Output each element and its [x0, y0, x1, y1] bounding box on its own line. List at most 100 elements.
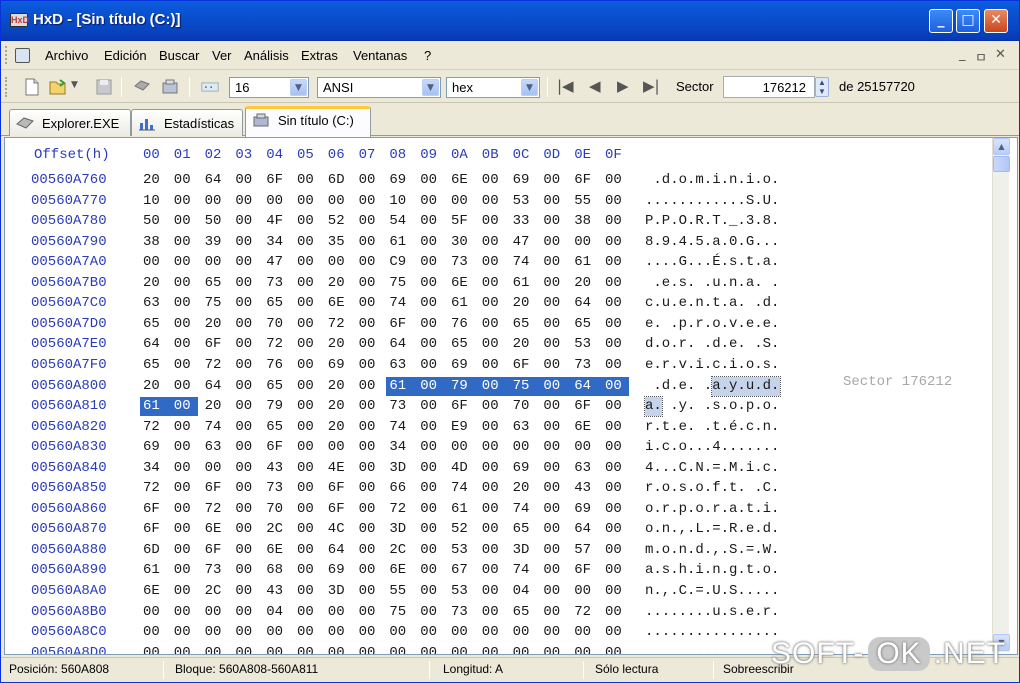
hex-byte[interactable]: 00: [482, 624, 499, 640]
hex-byte[interactable]: 00: [420, 193, 437, 209]
hex-byte[interactable]: 74: [205, 419, 222, 435]
hex-byte[interactable]: 00: [605, 193, 622, 209]
hex-byte[interactable]: 00: [513, 645, 530, 654]
hex-byte[interactable]: 3D: [328, 583, 345, 599]
save-icon[interactable]: [95, 78, 113, 96]
ascii-text[interactable]: .d.e. .a.y.u.d.: [645, 378, 779, 394]
hex-byte[interactable]: 00: [574, 624, 591, 640]
hex-byte[interactable]: 76: [451, 316, 468, 332]
hex-byte[interactable]: 63: [205, 439, 222, 455]
hex-byte[interactable]: 00: [359, 562, 376, 578]
hex-byte[interactable]: 00: [359, 480, 376, 496]
hex-byte[interactable]: 00: [605, 398, 622, 414]
hex-byte[interactable]: 47: [266, 254, 283, 270]
hex-byte[interactable]: 20: [328, 398, 345, 414]
hex-byte[interactable]: 6F: [266, 172, 283, 188]
hex-byte[interactable]: 00: [605, 439, 622, 455]
hex-byte[interactable]: 00: [297, 460, 314, 476]
hex-byte[interactable]: 10: [389, 193, 406, 209]
hex-byte[interactable]: 00: [359, 357, 376, 373]
hex-byte[interactable]: 72: [574, 604, 591, 620]
hex-byte[interactable]: 00: [235, 645, 252, 654]
hex-byte[interactable]: 00: [359, 275, 376, 291]
hex-byte[interactable]: 00: [482, 275, 499, 291]
hex-byte[interactable]: 6F: [451, 398, 468, 414]
print-icon[interactable]: [133, 78, 151, 96]
hex-byte[interactable]: 00: [420, 439, 437, 455]
hex-byte[interactable]: 00: [574, 439, 591, 455]
hex-byte[interactable]: 00: [235, 213, 252, 229]
hex-byte[interactable]: 00: [297, 295, 314, 311]
hex-byte[interactable]: 00: [482, 439, 499, 455]
hex-byte[interactable]: 00: [605, 604, 622, 620]
hex-byte[interactable]: 70: [266, 316, 283, 332]
hex-byte[interactable]: 00: [174, 316, 191, 332]
open-file-icon[interactable]: [49, 78, 67, 96]
hex-byte[interactable]: 00: [543, 172, 560, 188]
hex-byte[interactable]: 00: [605, 542, 622, 558]
hex-byte[interactable]: 00: [420, 604, 437, 620]
hex-byte[interactable]: 4D: [451, 460, 468, 476]
hex-byte[interactable]: 20: [513, 480, 530, 496]
hex-byte[interactable]: 00: [174, 275, 191, 291]
hex-byte[interactable]: 00: [235, 521, 252, 537]
hex-byte[interactable]: 74: [513, 562, 530, 578]
hex-byte[interactable]: 6F: [205, 336, 222, 352]
hex-byte[interactable]: 73: [389, 398, 406, 414]
hex-byte[interactable]: 6E: [574, 419, 591, 435]
hex-byte[interactable]: 3D: [389, 521, 406, 537]
hex-byte[interactable]: 6F: [143, 501, 160, 517]
hex-byte[interactable]: 63: [143, 295, 160, 311]
sector-spinner[interactable]: ▲ ▼: [815, 77, 829, 97]
hex-byte[interactable]: 6E: [205, 521, 222, 537]
hex-byte[interactable]: 00: [205, 254, 222, 270]
maximize-button[interactable]: □: [956, 9, 980, 33]
hex-byte[interactable]: 35: [328, 234, 345, 250]
hex-byte[interactable]: 00: [420, 234, 437, 250]
hex-byte[interactable]: 00: [359, 542, 376, 558]
hex-byte[interactable]: 43: [574, 480, 591, 496]
hex-byte[interactable]: 61: [513, 275, 530, 291]
hex-byte[interactable]: 00: [174, 645, 191, 654]
hex-byte[interactable]: 65: [266, 419, 283, 435]
hex-editor-pane[interactable]: Offset(h) 00 01 02 03 04 05 06 07 08 09 0A 0B 0C 0D 0E…: [4, 137, 1018, 655]
hex-byte[interactable]: 00: [205, 193, 222, 209]
chevron-down-icon[interactable]: ▼: [290, 79, 307, 96]
hex-byte[interactable]: 00: [297, 624, 314, 640]
hex-byte[interactable]: 00: [451, 439, 468, 455]
hex-byte[interactable]: 6F: [143, 521, 160, 537]
hex-byte[interactable]: 00: [174, 604, 191, 620]
hex-byte[interactable]: 64: [205, 172, 222, 188]
hex-byte[interactable]: 00: [359, 419, 376, 435]
hex-byte[interactable]: 00: [605, 234, 622, 250]
menu-help[interactable]: ?: [424, 48, 431, 63]
menu-extras[interactable]: Extras: [301, 48, 338, 63]
properties-icon[interactable]: [161, 78, 179, 96]
hex-byte[interactable]: 75: [513, 378, 530, 394]
mdi-close-button[interactable]: ✕: [995, 47, 1006, 62]
hex-byte[interactable]: 00: [543, 562, 560, 578]
hex-byte[interactable]: 00: [205, 604, 222, 620]
hex-byte[interactable]: 00: [328, 254, 345, 270]
hex-byte[interactable]: 30: [451, 234, 468, 250]
hex-byte[interactable]: 6E: [328, 295, 345, 311]
hex-byte[interactable]: 70: [513, 398, 530, 414]
hex-byte[interactable]: 00: [235, 562, 252, 578]
hex-byte[interactable]: 00: [605, 480, 622, 496]
hex-byte[interactable]: 00: [266, 193, 283, 209]
tab-estadisticas[interactable]: Estadísticas: [131, 109, 243, 136]
hex-byte[interactable]: 64: [574, 378, 591, 394]
hex-byte[interactable]: 34: [266, 234, 283, 250]
hex-byte[interactable]: 73: [451, 604, 468, 620]
menu-ventanas[interactable]: Ventanas: [353, 48, 407, 63]
hex-byte[interactable]: 00: [235, 254, 252, 270]
hex-byte[interactable]: 00: [605, 336, 622, 352]
hex-byte[interactable]: 34: [389, 439, 406, 455]
hex-byte[interactable]: 72: [205, 501, 222, 517]
hex-byte[interactable]: 00: [605, 562, 622, 578]
hex-byte[interactable]: 00: [297, 193, 314, 209]
hex-byte[interactable]: 61: [389, 234, 406, 250]
hex-byte[interactable]: 00: [543, 624, 560, 640]
hex-byte[interactable]: 00: [543, 439, 560, 455]
hex-byte[interactable]: 61: [389, 378, 406, 394]
